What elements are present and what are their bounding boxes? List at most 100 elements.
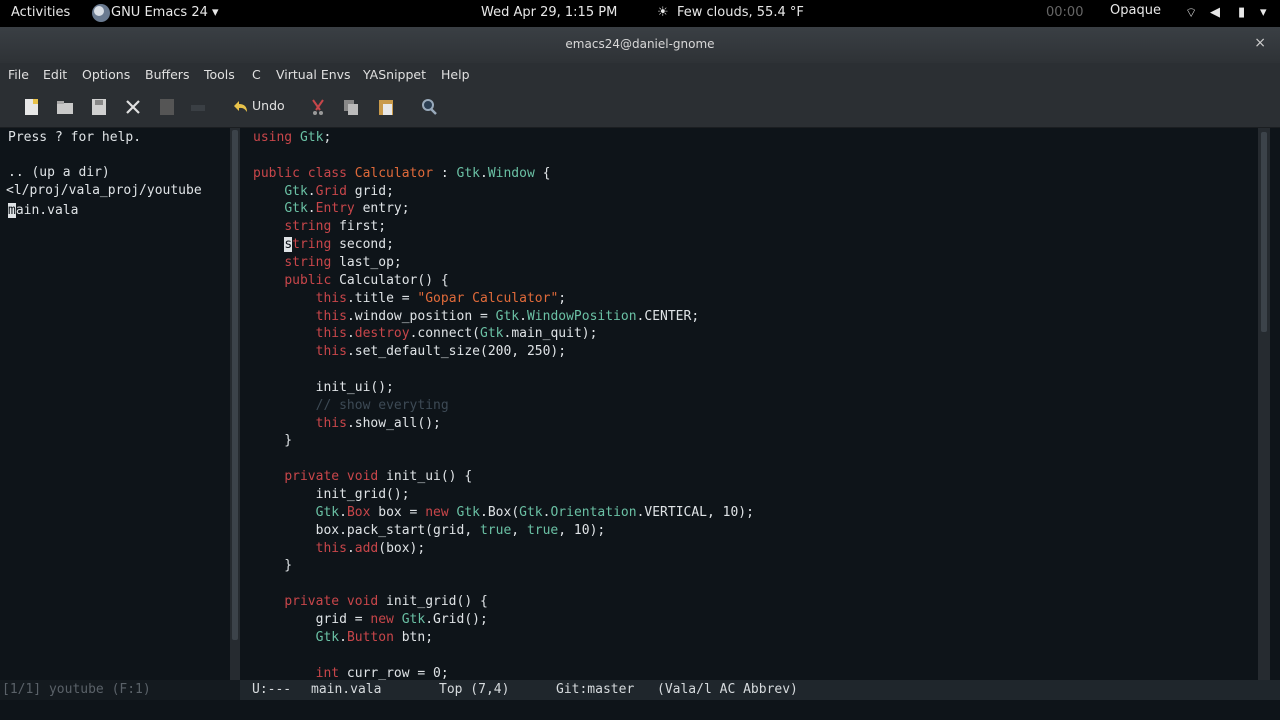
code-line[interactable]: // show everyting <box>253 398 449 413</box>
clock[interactable]: Wed Apr 29, 1:15 PM <box>481 5 617 20</box>
menu-file[interactable]: File <box>8 67 29 82</box>
code-line[interactable]: public class Calculator : Gtk.Window { <box>253 166 550 181</box>
code-line[interactable]: string last_op; <box>253 254 401 270</box>
code-token: Window <box>487 165 535 181</box>
weather-text[interactable]: Few clouds, 55.4 °F <box>677 5 804 20</box>
menu-buffers[interactable]: Buffers <box>145 67 189 82</box>
code-token: Gtk <box>284 201 308 217</box>
code-line[interactable]: Gtk.Entry entry; <box>253 201 409 217</box>
battery-icon[interactable]: ▮ <box>1238 5 1245 20</box>
code-token: public class <box>253 165 347 181</box>
code-token: : <box>433 165 457 181</box>
dired-up-dir[interactable]: .. (up a dir) <box>8 165 110 180</box>
copy-icon[interactable] <box>341 97 361 117</box>
menu-help[interactable]: Help <box>441 67 470 82</box>
code-line[interactable]: this.set_default_size(200, 250); <box>253 344 566 359</box>
opaque-label[interactable]: Opaque <box>1110 3 1161 18</box>
undo-icon[interactable] <box>230 97 250 117</box>
code-token: Gtk <box>519 504 543 520</box>
code-token: init_ui() { <box>378 469 473 485</box>
chevron-down-icon[interactable]: ▾ <box>1260 5 1267 20</box>
left-scrollbar[interactable] <box>230 128 240 680</box>
code-token: , <box>511 522 527 538</box>
code-token: init_grid() { <box>378 594 488 610</box>
volume-icon[interactable]: ◀ <box>1210 5 1220 20</box>
cut-icon[interactable] <box>308 97 328 117</box>
code-token: true <box>479 522 512 538</box>
code-line[interactable]: this.add(box); <box>253 540 426 556</box>
code-line[interactable]: box.pack_start(grid, true, true, 10); <box>253 522 606 538</box>
code-line[interactable]: } <box>253 558 292 573</box>
code-line[interactable]: int curr_row = 0; <box>253 666 449 681</box>
code-token: .VERTICAL, 10); <box>636 504 754 520</box>
code-line[interactable]: private void init_ui() { <box>253 469 472 484</box>
code-line[interactable]: } <box>253 433 292 448</box>
code-token: Gtk <box>299 130 324 145</box>
code-token: .set_default_size(200, 250); <box>346 344 567 360</box>
dired-pane[interactable]: Press ? for help. .. (up a dir) <l/proj/… <box>0 128 230 680</box>
new-file-icon[interactable] <box>22 97 42 117</box>
menu-virtual-envs[interactable]: Virtual Envs <box>276 67 351 82</box>
code-line[interactable]: string first; <box>253 219 386 234</box>
search-icon[interactable] <box>419 97 439 117</box>
code-line[interactable]: Gtk.Grid grid; <box>253 184 394 199</box>
close-buffer-icon[interactable] <box>123 97 143 117</box>
dired-cursor: m <box>8 203 16 218</box>
code-line[interactable]: init_ui(); <box>253 380 394 395</box>
code-token: .main_quit); <box>503 326 598 342</box>
code-line[interactable]: this.show_all(); <box>253 416 441 431</box>
code-token: public <box>284 272 332 288</box>
app-menu[interactable]: GNU Emacs 24 ▾ <box>111 5 219 20</box>
code-token: .Grid(); <box>425 611 488 627</box>
code-token: } <box>253 558 293 574</box>
menu-edit[interactable]: Edit <box>43 67 67 82</box>
code-line[interactable]: using Gtk; <box>253 130 331 145</box>
weather-icon: ☀ <box>657 5 669 20</box>
dired-file-main-vala[interactable]: main.vala <box>8 203 78 218</box>
open-folder-icon[interactable] <box>55 97 75 117</box>
code-line[interactable]: string second; <box>253 237 394 253</box>
code-line[interactable]: this.destroy.connect(Gtk.main_quit); <box>253 326 598 342</box>
code-line[interactable]: Gtk.Button btn; <box>253 630 433 645</box>
menu-options[interactable]: Options <box>82 67 130 82</box>
code-token: WindowPosition <box>526 308 637 324</box>
code-line[interactable]: this.window_position = Gtk.WindowPositio… <box>253 308 700 324</box>
close-icon[interactable]: × <box>1254 35 1266 51</box>
activities-button[interactable]: Activities <box>11 5 70 20</box>
code-line[interactable]: public Calculator() { <box>253 272 448 288</box>
undo-button[interactable]: Undo <box>252 98 285 113</box>
code-token: Box <box>346 504 371 520</box>
save-icon[interactable] <box>89 97 109 117</box>
menu-c[interactable]: C <box>252 67 261 82</box>
wifi-icon[interactable]: ⌔ <box>1185 5 1197 21</box>
right-scrollbar[interactable] <box>1258 128 1270 680</box>
code-editor[interactable]: using Gtk; public class Calculator : Gtk.… <box>240 128 1258 681</box>
paste-icon[interactable] <box>376 97 396 117</box>
code-line[interactable]: this.title = "Gopar Calculator"; <box>253 291 566 306</box>
code-token: { <box>534 165 551 181</box>
code-line[interactable]: grid = new Gtk.Grid(); <box>253 612 488 627</box>
code-token: Entry <box>315 201 355 217</box>
code-token: string <box>284 254 332 270</box>
code-line[interactable]: private void init_grid() { <box>253 594 488 609</box>
modeline-state: U:--- <box>252 682 292 697</box>
code-token: . <box>339 629 347 645</box>
code-line[interactable]: init_grid(); <box>253 487 410 502</box>
save-as-icon <box>160 99 174 115</box>
code-token: (box); <box>378 540 426 556</box>
code-token: } <box>253 433 293 449</box>
menu-yasnippet[interactable]: YASnippet <box>363 67 426 82</box>
right-scrollbar-thumb[interactable] <box>1261 132 1267 332</box>
menu-tools[interactable]: Tools <box>204 67 235 82</box>
left-scrollbar-thumb[interactable] <box>232 130 238 640</box>
code-line[interactable]: Gtk.Box box = new Gtk.Box(Gtk.Orientatio… <box>253 505 754 520</box>
code-token: . <box>480 165 488 181</box>
minibuffer[interactable] <box>0 700 1280 720</box>
